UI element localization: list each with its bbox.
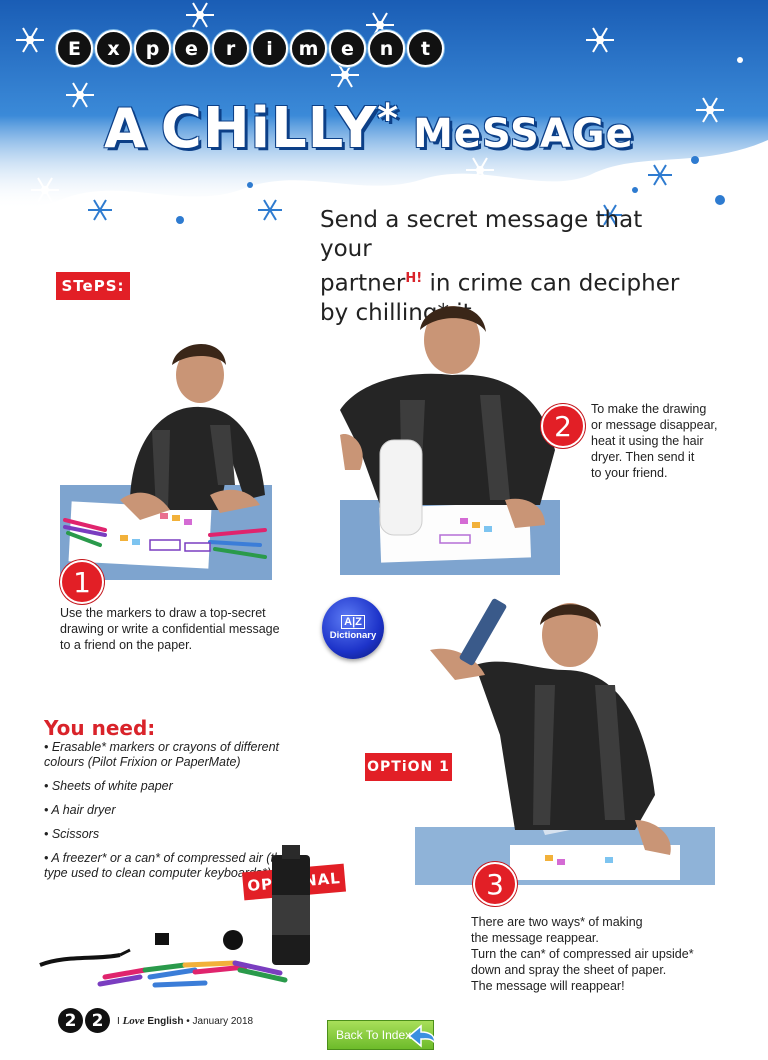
back-to-index-button[interactable]: Back To Index [327, 1020, 436, 1050]
credit-text: Love [122, 1015, 145, 1027]
step-number-badge: 2 [541, 404, 585, 448]
step2-line: to your friend. [591, 466, 668, 480]
steps-label: STePS: [56, 272, 130, 300]
materials-photo [35, 845, 325, 995]
option1-label: OPTiON 1 [365, 753, 452, 781]
step-number-badge: 1 [60, 560, 104, 604]
experiment-kicker: E x p e r i m e n t [56, 30, 444, 67]
title-asterisk: * [377, 96, 400, 142]
step2-line: To make the drawing [591, 402, 707, 416]
kicker-letter: p [134, 30, 171, 67]
kicker-letter: x [95, 30, 132, 67]
step1-photo [60, 335, 272, 580]
list-item: • Scissors [44, 827, 100, 841]
magazine-credit: I Love English • January 2018 [117, 1015, 253, 1027]
intro-word: in crime can decipher [422, 270, 680, 297]
dictionary-icon: A|Z [341, 615, 365, 629]
step3-photo [415, 595, 715, 885]
step3-line: down and spray the sheet of paper. [471, 963, 667, 977]
step2-photo [340, 300, 560, 575]
step1-instructions: Use the markers to draw a top-secret dra… [60, 606, 280, 652]
kicker-letter: e [173, 30, 210, 67]
glossary-marker[interactable]: H! [405, 271, 422, 286]
kicker-letter: e [329, 30, 366, 67]
step-number-badge: 3 [473, 862, 517, 906]
list-item: • Erasable* markers or crayons of differ… [44, 740, 280, 769]
kicker-letter: m [290, 30, 327, 67]
page-digit: 2 [85, 1008, 110, 1033]
back-to-index-label: Back To Index [336, 1028, 412, 1042]
title-word-a: A [104, 97, 147, 160]
kicker-letter: r [212, 30, 249, 67]
title-word-chilly: CHiLLY [160, 96, 378, 161]
intro-line: partnerH! in crime can decipher [320, 264, 680, 299]
step3-line: the message reappear. [471, 931, 599, 945]
step3-line: The message will reappear! [471, 979, 625, 993]
intro-line: Send a secret message that your [320, 207, 643, 262]
step2-instructions: To make the drawing or message disappear… [591, 401, 731, 481]
step2-line: dryer. Then send it [591, 450, 695, 464]
step3-line: There are two ways* of making [471, 915, 643, 929]
dictionary-label: Dictionary [329, 630, 377, 641]
step3-line: Turn the can* of compressed air upside* [471, 947, 694, 961]
kicker-letter: i [251, 30, 288, 67]
credit-text: English [144, 1016, 184, 1027]
title-word-message: MeSSAGe [413, 111, 634, 157]
list-item: • A hair dryer [44, 803, 116, 817]
arrow-left-icon [407, 1024, 436, 1048]
page-digit: 2 [58, 1008, 83, 1033]
step2-line: heat it using the hair [591, 434, 704, 448]
page-title: A CHiLLY* MeSSAGe [104, 96, 634, 161]
you-need-heading: You need: [44, 716, 156, 740]
dictionary-button[interactable]: A|Z Dictionary [322, 597, 384, 659]
credit-text: • January 2018 [183, 1016, 254, 1027]
page-number: 2 2 [58, 1008, 110, 1033]
list-item: • Sheets of white paper [44, 779, 173, 793]
step3-instructions: There are two ways* of making the messag… [471, 914, 751, 994]
kicker-letter: t [407, 30, 444, 67]
intro-word: partner [320, 270, 406, 297]
kicker-letter: n [368, 30, 405, 67]
kicker-letter: E [56, 30, 93, 67]
step2-line: or message disappear, [591, 418, 718, 432]
